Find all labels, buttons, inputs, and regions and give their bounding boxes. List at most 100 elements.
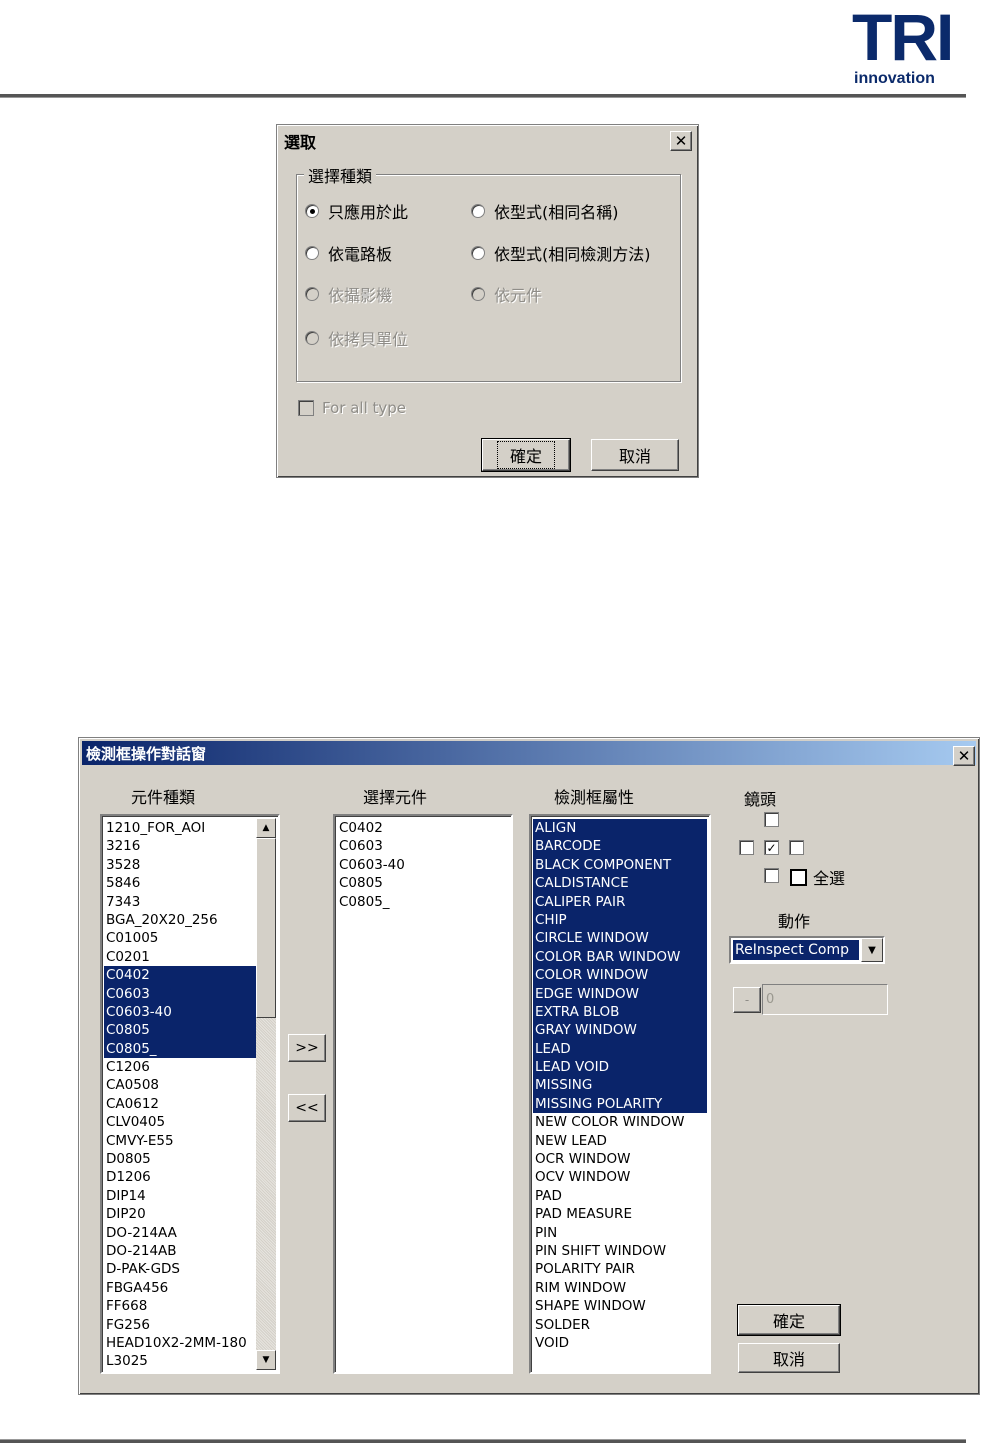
component-type-row[interactable]: L3025	[104, 1352, 256, 1370]
window-property-row[interactable]: EDGE WINDOW	[533, 984, 707, 1003]
window-properties-list[interactable]: ALIGN BARCODE BLACK COMPONENT CALDISTANCE CA…	[529, 814, 711, 1374]
component-type-row[interactable]: C0201	[104, 948, 256, 966]
component-type-row[interactable]: C01005	[104, 929, 256, 947]
scroll-down-icon[interactable]: ▼	[256, 1350, 276, 1370]
radio-apply-here[interactable]: 只應用於此	[305, 199, 408, 223]
window-property-row[interactable]: CALDISTANCE	[533, 874, 707, 893]
window-property-row[interactable]: SOLDER	[533, 1316, 707, 1334]
window-property-row[interactable]: BARCODE	[533, 837, 707, 856]
window-property-row[interactable]: SHAPE WINDOW	[533, 1297, 707, 1315]
window-properties-rows: ALIGN BARCODE BLACK COMPONENT CALDISTANCE CA…	[533, 819, 707, 1352]
component-type-row[interactable]: CA0508	[104, 1076, 256, 1094]
window-property-row[interactable]: OCR WINDOW	[533, 1150, 707, 1168]
component-type-row[interactable]: 3216	[104, 837, 256, 855]
radio-by-type-name[interactable]: 依型式(相同名稱)	[471, 199, 619, 223]
window-property-row[interactable]: BLACK COMPONENT	[533, 855, 707, 875]
component-type-row[interactable]: BGA_20X20_256	[104, 911, 256, 929]
component-type-row[interactable]: C0402	[104, 966, 256, 985]
component-types-list[interactable]: 1210_FOR_AOI 3216 3528 5846 7343 BGA_20X20_25…	[100, 814, 280, 1374]
for-all-type-checkbox: For all type	[298, 399, 406, 417]
window-property-row[interactable]: PIN	[533, 1224, 707, 1242]
component-types-header: 元件種類	[131, 788, 196, 807]
window-property-row[interactable]: LEAD VOID	[533, 1058, 707, 1077]
window-property-row[interactable]: LEAD	[533, 1039, 707, 1059]
component-type-row[interactable]: DIP14	[104, 1187, 256, 1205]
component-type-row[interactable]: D0805	[104, 1150, 256, 1168]
lens-center-checkbox[interactable]: ✓	[764, 840, 779, 855]
window-property-row[interactable]: POLARITY PAIR	[533, 1260, 707, 1278]
radio-by-board[interactable]: 依電路板	[305, 241, 392, 265]
selected-component-row[interactable]: C0603-40	[337, 856, 509, 874]
cancel-button[interactable]: 取消	[591, 439, 679, 471]
window-property-row[interactable]: RIM WINDOW	[533, 1279, 707, 1297]
window-property-row[interactable]: PIN SHIFT WINDOW	[533, 1242, 707, 1260]
close-icon[interactable]: ✕	[953, 746, 975, 766]
lens-left-checkbox[interactable]	[739, 840, 754, 855]
window-property-row[interactable]: MISSING	[533, 1076, 707, 1095]
action-dropdown[interactable]: ReInspect Comp ▼	[729, 936, 885, 964]
cancel-button[interactable]: 取消	[738, 1343, 840, 1373]
chevron-down-icon[interactable]: ▼	[861, 938, 883, 962]
window-property-row[interactable]: NEW LEAD	[533, 1132, 707, 1150]
window-property-row[interactable]: GRAY WINDOW	[533, 1021, 707, 1040]
component-type-row[interactable]: 3528	[104, 856, 256, 874]
component-type-row[interactable]: C0805_	[104, 1039, 256, 1059]
window-property-row[interactable]: COLOR BAR WINDOW	[533, 947, 707, 967]
select-all-checkbox[interactable]: 全選	[790, 865, 845, 889]
window-property-row[interactable]: PAD MEASURE	[533, 1205, 707, 1223]
selected-component-row[interactable]: C0402	[337, 819, 509, 837]
component-type-row[interactable]: CA0612	[104, 1095, 256, 1113]
remove-button[interactable]: <<	[288, 1094, 326, 1122]
window-property-row[interactable]: EXTRA BLOB	[533, 1002, 707, 1022]
window-property-row[interactable]: ALIGN	[533, 819, 707, 838]
component-type-row[interactable]: C0603	[104, 984, 256, 1003]
selected-component-row[interactable]: C0805	[337, 874, 509, 892]
select-dialog-titlebar[interactable]: 選取	[280, 128, 695, 154]
radio-dot	[471, 287, 485, 301]
window-property-row[interactable]: MISSING POLARITY	[533, 1094, 707, 1114]
window-property-row[interactable]: CIRCLE WINDOW	[533, 929, 707, 948]
selected-component-row[interactable]: C0603	[337, 837, 509, 855]
window-property-row[interactable]: CHIP	[533, 910, 707, 930]
window-property-row[interactable]: COLOR WINDOW	[533, 966, 707, 985]
radio-by-type-method[interactable]: 依型式(相同檢測方法)	[471, 241, 651, 265]
component-type-row[interactable]: FF668	[104, 1297, 256, 1315]
component-type-row[interactable]: DIP20	[104, 1205, 256, 1223]
component-type-row[interactable]: DO-214AA	[104, 1224, 256, 1242]
select-all-label: 全選	[813, 869, 846, 888]
component-type-row[interactable]: C0603-40	[104, 1002, 256, 1022]
lens-right-checkbox[interactable]	[789, 840, 804, 855]
component-type-row[interactable]: CMVY-E55	[104, 1132, 256, 1150]
scrollbar[interactable]: ▲ ▼	[256, 818, 276, 1370]
selected-component-row[interactable]: C0805_	[337, 893, 509, 911]
component-type-row[interactable]: D-PAK-GDS	[104, 1260, 256, 1278]
ok-button[interactable]: 確定	[737, 1304, 841, 1336]
window-property-row[interactable]: NEW COLOR WINDOW	[533, 1113, 707, 1131]
component-type-row[interactable]: D1206	[104, 1168, 256, 1186]
lens-top-checkbox[interactable]	[764, 812, 779, 827]
window-property-row[interactable]: VOID	[533, 1334, 707, 1352]
add-button[interactable]: >>	[288, 1034, 326, 1062]
component-type-row[interactable]: 1210_FOR_AOI	[104, 819, 256, 837]
selected-components-list[interactable]: C0402 C0603 C0603-40 C0805 C0805_	[333, 814, 513, 1374]
window-property-row[interactable]: PAD	[533, 1187, 707, 1205]
component-type-row[interactable]: C1206	[104, 1058, 256, 1076]
window-dialog-titlebar[interactable]: 檢測框操作對話窗	[82, 741, 976, 765]
component-type-row[interactable]: HEAD10X2-2MM-180	[104, 1334, 256, 1352]
lens-bottom-checkbox[interactable]	[764, 868, 779, 883]
radio-dot	[471, 246, 485, 260]
ok-button[interactable]: 確定	[481, 438, 571, 472]
window-property-row[interactable]: CALIPER PAIR	[533, 892, 707, 911]
component-type-row[interactable]: DO-214AB	[104, 1242, 256, 1260]
close-icon[interactable]: ✕	[670, 131, 692, 151]
value-field: 0	[762, 984, 888, 1015]
component-type-row[interactable]: CLV0405	[104, 1113, 256, 1131]
window-property-row[interactable]: OCV WINDOW	[533, 1168, 707, 1186]
component-type-row[interactable]: FBGA456	[104, 1279, 256, 1297]
component-type-row[interactable]: 7343	[104, 893, 256, 911]
component-type-row[interactable]: C0805	[104, 1021, 256, 1040]
scroll-up-icon[interactable]: ▲	[256, 818, 276, 838]
component-type-row[interactable]: 5846	[104, 874, 256, 892]
scrollbar-thumb[interactable]	[256, 838, 276, 1018]
component-type-row[interactable]: FG256	[104, 1316, 256, 1334]
